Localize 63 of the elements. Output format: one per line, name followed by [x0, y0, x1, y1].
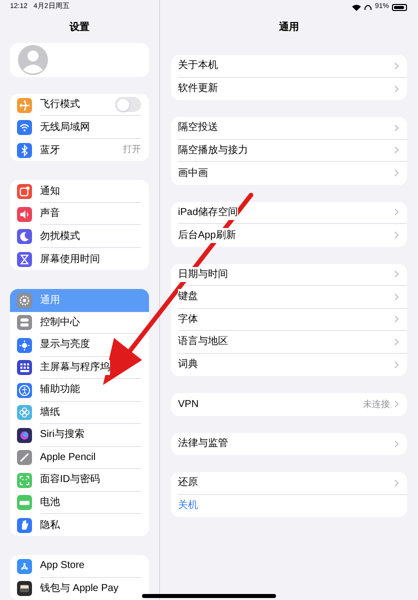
sidebar-item[interactable]: 声音: [10, 202, 149, 226]
settings-row[interactable]: iPad储存空间: [178, 202, 407, 224]
sidebar-item[interactable]: 飞行模式: [10, 94, 149, 116]
sidebar-item[interactable]: 蓝牙 打开: [10, 138, 149, 162]
chevron-icon: [394, 338, 399, 346]
settings-row[interactable]: 字体: [178, 308, 407, 331]
headphones-icon: [364, 4, 372, 11]
status-value: 打开: [123, 143, 141, 156]
sidebar-item[interactable]: 通知: [10, 180, 149, 203]
settings-row-label: 后台App刷新: [178, 228, 236, 243]
chevron-icon: [394, 208, 399, 216]
sidebar-item-label: App Store: [40, 558, 84, 574]
status-value: 未连接: [363, 398, 390, 410]
sidebar-item[interactable]: App Store: [10, 555, 149, 578]
sidebar-item[interactable]: 隐私: [10, 514, 149, 536]
sidebar-item[interactable]: 辅助功能: [10, 379, 149, 402]
settings-row[interactable]: 隔空投送: [178, 117, 407, 140]
sidebar-item[interactable]: 勿扰模式: [10, 225, 149, 248]
chevron-icon: [394, 360, 399, 369]
sidebar-item[interactable]: 墙纸: [10, 402, 149, 424]
settings-row-label: iPad储存空间: [178, 204, 238, 220]
chevron-icon: [394, 292, 399, 301]
battery-icon: [392, 4, 407, 11]
chevron-icon: [394, 84, 399, 93]
chevron-icon: [394, 440, 399, 448]
settings-row[interactable]: 软件更新: [178, 78, 407, 100]
chevron-icon: [394, 478, 399, 487]
settings-row[interactable]: 关机: [178, 494, 407, 517]
sidebar-item[interactable]: 电池: [10, 492, 149, 514]
sidebar-item[interactable]: 无线局域网: [10, 116, 149, 139]
settings-row[interactable]: 后台App刷新: [178, 224, 407, 246]
chevron-icon: [394, 169, 399, 178]
sidebar-item-label: Apple Pencil: [40, 450, 96, 465]
sidebar-item[interactable]: 面容ID与密码: [10, 469, 149, 492]
chevron-icon: [394, 231, 399, 240]
settings-row[interactable]: 日期与时间: [178, 264, 407, 286]
settings-row[interactable]: 键盘: [178, 286, 407, 308]
settings-row-label: 日期与时间: [178, 266, 228, 282]
sidebar-item[interactable]: 控制中心: [10, 312, 149, 334]
settings-row[interactable]: 法律与监管: [178, 432, 407, 455]
chevron-icon: [394, 400, 399, 408]
sidebar-item-label: 钱包与 Apple Pay: [40, 581, 118, 596]
sidebar-item[interactable]: Siri与搜索: [10, 424, 149, 447]
settings-row[interactable]: 隔空播放与接力: [178, 140, 407, 162]
settings-row[interactable]: 还原: [178, 472, 407, 494]
chevron-icon: [394, 270, 399, 278]
sidebar-title: 设置: [68, 20, 90, 35]
sidebar-item-label: 主屏幕与程序坞: [40, 360, 110, 375]
sidebar-item[interactable]: 屏幕使用时间: [10, 248, 149, 270]
settings-row[interactable]: 词典: [178, 354, 407, 376]
wifi-icon: [352, 4, 361, 11]
chevron-icon: [394, 315, 399, 324]
sidebar-item[interactable]: 钱包与 Apple Pay: [10, 578, 149, 600]
settings-row[interactable]: 关于本机: [178, 55, 407, 78]
settings-row[interactable]: 画中画: [178, 162, 407, 184]
sidebar-item[interactable]: Apple Pencil: [10, 446, 149, 470]
page-title: 通用: [278, 20, 300, 35]
chevron-icon: [394, 62, 399, 70]
settings-row[interactable]: VPN 未连接: [178, 393, 407, 416]
chevron-icon: [394, 146, 399, 154]
toggle-switch[interactable]: [115, 97, 141, 112]
chevron-icon: [394, 124, 399, 132]
settings-row[interactable]: 语言与地区: [178, 331, 407, 354]
